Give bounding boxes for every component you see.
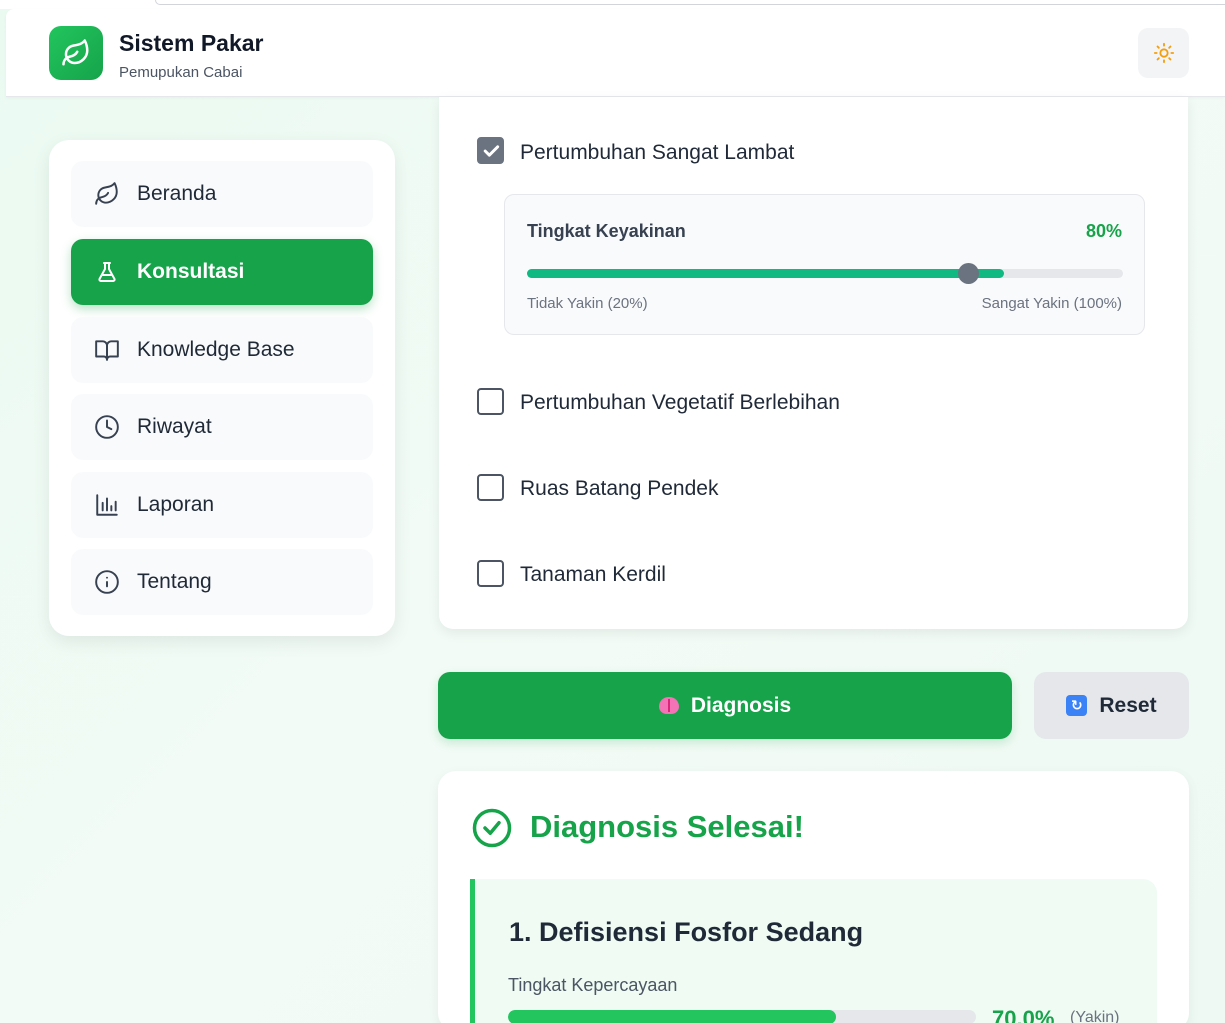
sidebar: Beranda Konsultasi Knowledge Base Riwaya… <box>49 140 395 636</box>
reset-button-label: Reset <box>1099 693 1157 717</box>
check-icon <box>483 144 499 157</box>
result-confidence-percent: 70.0% <box>992 1006 1055 1023</box>
check-circle-icon <box>471 807 513 854</box>
confidence-slider[interactable] <box>527 263 1123 284</box>
result-item-title: 1. Defisiensi Fosfor Sedang <box>509 917 864 947</box>
reset-button[interactable]: ↻ Reset <box>1034 672 1189 739</box>
sidebar-item-label: Beranda <box>137 182 217 205</box>
confidence-slider-fill <box>527 269 1004 278</box>
book-icon <box>93 337 120 364</box>
sidebar-item-riwayat[interactable]: Riwayat <box>71 394 373 460</box>
sidebar-item-tentang[interactable]: Tentang <box>71 549 373 615</box>
leaf-icon <box>93 181 120 208</box>
result-confidence-bar <box>508 1010 976 1023</box>
symptom-label: Ruas Batang Pendek <box>520 477 719 500</box>
app-title: Sistem Pakar <box>119 30 264 56</box>
confidence-title: Tingkat Keyakinan <box>527 221 686 241</box>
app-subtitle: Pemupukan Cabai <box>119 64 243 81</box>
sidebar-item-laporan[interactable]: Laporan <box>71 472 373 538</box>
sidebar-item-knowledge-base[interactable]: Knowledge Base <box>71 317 373 383</box>
info-icon <box>93 569 120 596</box>
sidebar-item-label: Laporan <box>137 493 215 516</box>
result-item-confidence-label: Tingkat Kepercayaan <box>508 975 678 995</box>
symptom-checkbox-tanaman-kerdil[interactable] <box>477 560 504 587</box>
confidence-max-label: Sangat Yakin (100%) <box>981 295 1122 312</box>
symptom-card: Pertumbuhan Sangat Lambat Tingkat Keyaki… <box>439 97 1188 629</box>
sidebar-item-label: Tentang <box>137 570 212 593</box>
diagnose-button-label: Diagnosis <box>690 693 792 717</box>
symptom-checkbox-ruas-batang-pendek[interactable] <box>477 474 504 501</box>
confidence-panel: Tingkat Keyakinan 80% Tidak Yakin (20%) … <box>504 194 1145 335</box>
symptom-label: Pertumbuhan Vegetatif Berlebihan <box>520 391 840 414</box>
result-confidence-tag: (Yakin) <box>1070 1009 1120 1023</box>
symptom-checkbox-pertumbuhan-vegetatif-berlebihan[interactable] <box>477 388 504 415</box>
sidebar-item-konsultasi[interactable]: Konsultasi <box>71 239 373 305</box>
result-confidence-bar-fill <box>508 1010 836 1023</box>
confidence-value: 80% <box>1085 221 1122 241</box>
result-item: 1. Defisiensi Fosfor Sedang Tingkat Kepe… <box>470 879 1157 1023</box>
browser-edge <box>0 0 1225 9</box>
confidence-min-label: Tidak Yakin (20%) <box>527 295 648 312</box>
result-card: Diagnosis Selesai! 1. Defisiensi Fosfor … <box>438 771 1189 1023</box>
result-title: Diagnosis Selesai! <box>530 809 804 844</box>
diagnose-button[interactable]: Diagnosis <box>438 672 1012 739</box>
sidebar-item-label: Knowledge Base <box>137 338 295 361</box>
brain-icon <box>658 697 679 714</box>
sun-icon <box>1153 42 1174 64</box>
clock-icon <box>93 414 120 441</box>
sidebar-item-label: Konsultasi <box>137 260 245 283</box>
sidebar-item-label: Riwayat <box>137 415 212 438</box>
refresh-icon: ↻ <box>1066 695 1088 716</box>
app-header: Sistem Pakar Pemupukan Cabai <box>6 9 1225 97</box>
sidebar-item-beranda[interactable]: Beranda <box>71 161 373 227</box>
symptom-checkbox-pertumbuhan-sangat-lambat[interactable] <box>477 137 504 164</box>
symptom-label: Tanaman Kerdil <box>520 563 666 586</box>
leaf-logo-icon <box>62 39 89 66</box>
flask-icon <box>93 259 120 286</box>
app-logo <box>49 26 103 80</box>
bar-chart-icon <box>93 492 120 519</box>
theme-toggle-button[interactable] <box>1138 28 1189 78</box>
confidence-slider-thumb[interactable] <box>958 263 980 284</box>
symptom-label: Pertumbuhan Sangat Lambat <box>520 141 795 164</box>
